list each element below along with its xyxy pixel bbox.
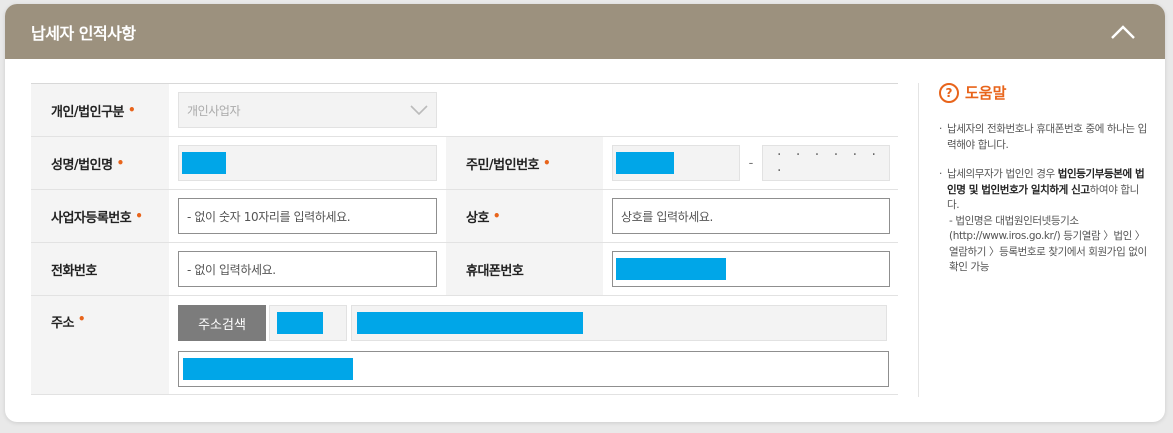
panel-header: 납세자 인적사항 xyxy=(5,4,1165,59)
vertical-divider xyxy=(918,83,919,397)
bizno-placeholder: - 없이 숫자 10자리를 입력하세요. xyxy=(187,209,351,224)
help-item: 납세의무자가 법인인 경우 법인등기부등본에 법인명 및 법인번호가 일치하게 … xyxy=(939,167,1149,276)
form-row-type: 개인/법인구분 • 개인사업자 xyxy=(31,84,898,137)
collapse-button[interactable] xyxy=(1109,18,1137,46)
help-list: 납세자의 전화번호나 휴대폰번호 중에 하나는 입력해야 합니다. 납세의무자가… xyxy=(939,122,1149,276)
taxpayer-info-panel: 납세자 인적사항 개인/법인구분 • 개인사업자 성명/법인명 • 주민/법인번… xyxy=(5,4,1165,422)
panel-title: 납세자 인적사항 xyxy=(31,23,136,43)
id-cell: - · · · · · · · xyxy=(603,137,898,189)
phone-label-cell: 전화번호 xyxy=(31,243,169,295)
id-front-field[interactable] xyxy=(612,145,740,181)
required-mark: • xyxy=(543,156,551,170)
shop-label: 상호 xyxy=(466,210,489,226)
id-back-field[interactable]: · · · · · · · xyxy=(762,145,890,181)
name-label-cell: 성명/법인명 • xyxy=(31,137,169,189)
help-item-1-text: 납세자의 전화번호나 휴대폰번호 중에 하나는 입력해야 합니다. xyxy=(947,123,1147,151)
help-title-text: 도움말 xyxy=(965,84,1007,102)
phone-placeholder: - 없이 입력하세요. xyxy=(187,262,276,277)
redacted-postcode xyxy=(277,312,323,334)
form-row-name: 성명/법인명 • 주민/법인번호 • - · · · · · · · xyxy=(31,137,898,190)
postcode-field[interactable] xyxy=(269,305,347,341)
address-label-cell: 주소 • xyxy=(31,296,169,394)
mobile-label-cell: 휴대폰번호 xyxy=(446,243,603,295)
chevron-down-icon xyxy=(410,105,428,115)
address-base-field[interactable] xyxy=(351,305,887,341)
type-label: 개인/법인구분 xyxy=(51,104,125,120)
type-select-value: 개인사업자 xyxy=(187,103,241,118)
help-item: 납세자의 전화번호나 휴대폰번호 중에 하나는 입력해야 합니다. xyxy=(939,122,1149,153)
type-label-cell: 개인/법인구분 • xyxy=(31,84,169,136)
id-label-cell: 주민/법인번호 • xyxy=(446,137,603,189)
shop-input[interactable]: 상호를 입력하세요. xyxy=(612,198,890,234)
bizno-label: 사업자등록번호 xyxy=(51,210,132,226)
required-mark: • xyxy=(116,156,125,170)
address-cell: 주소검색 xyxy=(169,296,898,394)
help-title: ? 도움말 xyxy=(939,82,1149,103)
id-hyphen: - xyxy=(748,155,754,171)
redacted-id-front xyxy=(616,152,674,174)
address-detail-input[interactable] xyxy=(178,351,889,387)
id-back-masked: · · · · · · · xyxy=(777,147,881,179)
mobile-cell xyxy=(603,243,898,295)
phone-label: 전화번호 xyxy=(51,263,97,279)
address-search-button[interactable]: 주소검색 xyxy=(178,305,266,341)
question-circle-icon: ? xyxy=(939,82,959,103)
redacted-address-base xyxy=(357,312,583,334)
id-label: 주민/법인번호 xyxy=(466,157,540,173)
phone-input[interactable]: - 없이 입력하세요. xyxy=(178,251,437,287)
type-select[interactable]: 개인사업자 xyxy=(178,92,437,128)
name-label: 성명/법인명 xyxy=(51,157,113,173)
help-item-2-sub: - 법인명은 대법원인터넷등기소(http://www.iros.go.kr/)… xyxy=(949,214,1147,274)
name-cell xyxy=(169,137,446,189)
mobile-input[interactable] xyxy=(612,251,890,287)
redacted-address-detail xyxy=(183,358,353,380)
required-mark: • xyxy=(77,312,86,326)
bizno-label-cell: 사업자등록번호 • xyxy=(31,190,169,242)
redacted-name xyxy=(182,152,226,174)
form-row-address: 주소 • 주소검색 xyxy=(31,296,898,395)
chevron-up-icon xyxy=(1111,24,1135,39)
form-row-phone: 전화번호 - 없이 입력하세요. 휴대폰번호 xyxy=(31,243,898,296)
help-panel: ? 도움말 납세자의 전화번호나 휴대폰번호 중에 하나는 입력해야 합니다. … xyxy=(939,82,1149,290)
redacted-mobile xyxy=(616,258,726,280)
type-cell: 개인사업자 xyxy=(169,84,446,136)
shop-placeholder: 상호를 입력하세요. xyxy=(621,209,713,224)
name-field[interactable] xyxy=(178,145,437,181)
empty-cell xyxy=(446,84,898,136)
phone-cell: - 없이 입력하세요. xyxy=(169,243,446,295)
address-label: 주소 xyxy=(51,316,74,331)
shop-cell: 상호를 입력하세요. xyxy=(603,190,898,242)
address-line-1: 주소검색 xyxy=(178,305,898,341)
shop-label-cell: 상호 • xyxy=(446,190,603,242)
required-mark: • xyxy=(135,209,143,223)
bizno-cell: - 없이 숫자 10자리를 입력하세요. xyxy=(169,190,446,242)
help-item-2-pre: 납세의무자가 법인인 경우 xyxy=(947,168,1058,180)
required-mark: • xyxy=(492,209,501,223)
mobile-label: 휴대폰번호 xyxy=(466,263,524,279)
taxpayer-form: 개인/법인구분 • 개인사업자 성명/법인명 • 주민/법인번호 • - · ·… xyxy=(31,83,898,395)
required-mark: • xyxy=(128,103,136,117)
bizno-input[interactable]: - 없이 숫자 10자리를 입력하세요. xyxy=(178,198,437,234)
form-row-bizno: 사업자등록번호 • - 없이 숫자 10자리를 입력하세요. 상호 • 상호를 … xyxy=(31,190,898,243)
